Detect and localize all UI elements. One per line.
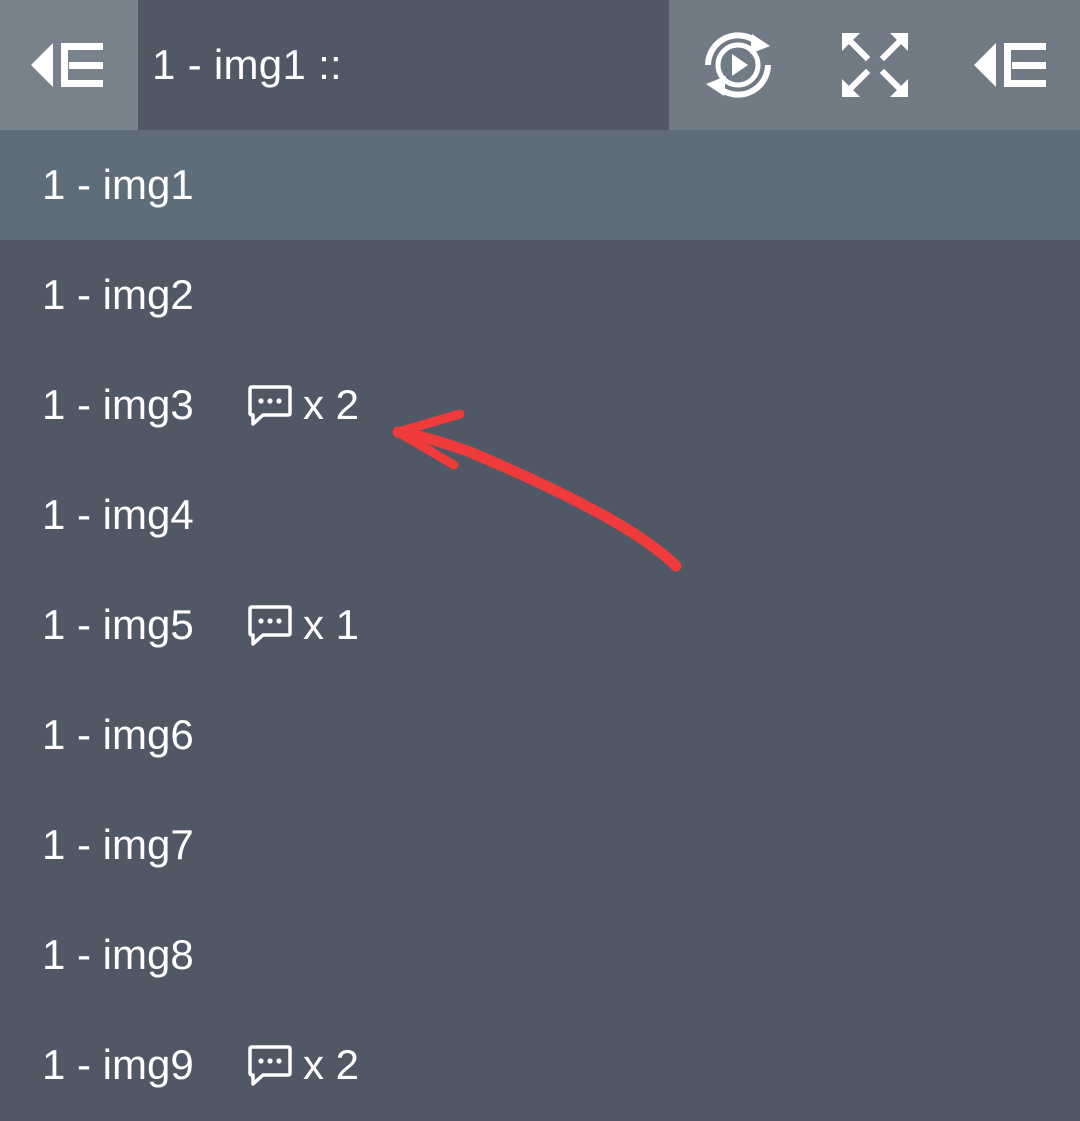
collapse-right-button[interactable] <box>943 0 1080 130</box>
comment-icon <box>248 1045 292 1086</box>
list-item-label: 1 - img2 <box>42 271 194 318</box>
image-viewer-panel: 1 - img1 :: 1 - img1 1 - img2 1 - img3 x… <box>0 0 1080 1121</box>
comment-badge: x 2 <box>247 1041 359 1089</box>
list-item-label: 1 - img3 <box>42 381 194 428</box>
image-title-text: 1 - img1 :: <box>152 41 343 88</box>
list-item-label: 1 - img7 <box>42 821 194 868</box>
list-item-img2[interactable]: 1 - img2 <box>0 240 1080 350</box>
fullscreen-icon <box>841 33 908 97</box>
list-item-label: 1 - img6 <box>42 711 194 758</box>
collapse-left-button[interactable] <box>0 0 138 130</box>
list-item-label: 1 - img9 <box>42 1041 194 1088</box>
list-item-img3[interactable]: 1 - img3 x 2 <box>0 350 1080 460</box>
image-title: 1 - img1 :: <box>138 0 669 130</box>
comment-icon <box>248 605 292 646</box>
image-list: 1 - img1 1 - img2 1 - img3 x 2 1 - img4 … <box>0 130 1080 1120</box>
comment-count: x 1 <box>303 601 360 648</box>
list-item-label: 1 - img8 <box>42 931 194 978</box>
slideshow-button[interactable] <box>669 0 806 130</box>
comment-count: x 2 <box>303 381 360 428</box>
list-item-img5[interactable]: 1 - img5 x 1 <box>0 570 1080 680</box>
list-item-img7[interactable]: 1 - img7 <box>0 790 1080 900</box>
list-item-img6[interactable]: 1 - img6 <box>0 680 1080 790</box>
collapse-sidebar-icon <box>31 43 103 87</box>
list-item-label: 1 - img4 <box>42 491 194 538</box>
list-item-img9[interactable]: 1 - img9 x 2 <box>0 1010 1080 1120</box>
toolbar-actions <box>669 0 1080 130</box>
collapse-sidebar-icon <box>973 43 1046 87</box>
comment-badge: x 1 <box>247 601 359 649</box>
fullscreen-button[interactable] <box>806 0 943 130</box>
list-item-label: 1 - img1 <box>42 161 194 208</box>
list-item-label: 1 - img5 <box>42 601 194 648</box>
list-item-img4[interactable]: 1 - img4 <box>0 460 1080 570</box>
play-loop-icon <box>704 32 771 98</box>
comment-count: x 2 <box>303 1041 360 1088</box>
toolbar: 1 - img1 :: <box>0 0 1080 130</box>
comment-icon <box>248 385 292 426</box>
list-item-img1[interactable]: 1 - img1 <box>0 130 1080 240</box>
list-item-img8[interactable]: 1 - img8 <box>0 900 1080 1010</box>
comment-badge: x 2 <box>247 381 359 429</box>
